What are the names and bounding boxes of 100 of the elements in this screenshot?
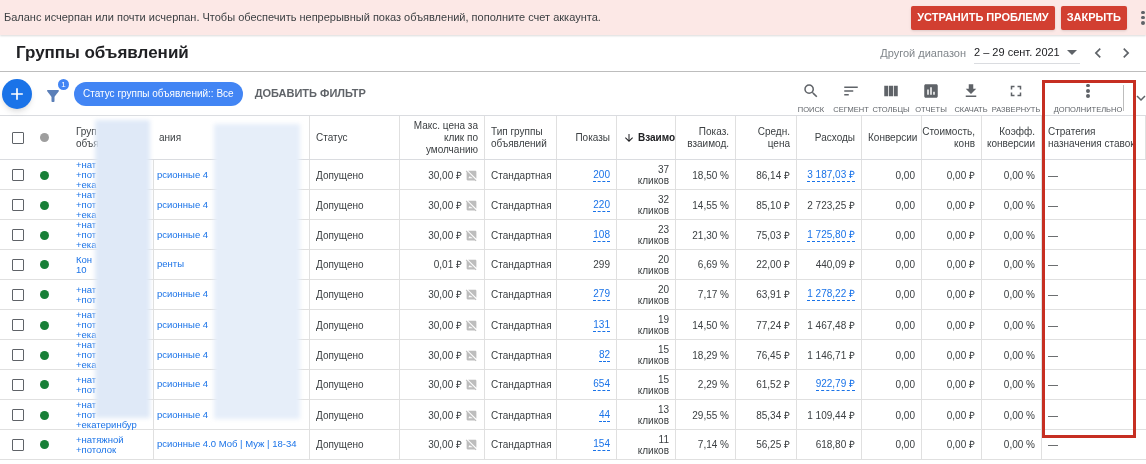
ad-group-link[interactable]: +натяжной (76, 434, 124, 445)
row-checkbox[interactable] (12, 319, 24, 331)
link[interactable]: 82 (598, 348, 610, 362)
ad-group-link[interactable]: +пот (76, 410, 97, 420)
column-header[interactable]: Стратегия назначения ставок (1048, 125, 1139, 150)
ad-group-link[interactable]: +нат (76, 374, 97, 385)
row-checkbox[interactable] (12, 409, 24, 421)
campaign-link[interactable]: рсионные 4 (157, 287, 209, 302)
campaign-link[interactable]: рсионные 4 (157, 377, 209, 392)
ad-group-link[interactable]: +нат (76, 340, 97, 350)
ad-group-link[interactable]: +ека (76, 210, 97, 220)
link[interactable]: 154 (593, 438, 610, 451)
ad-group-link[interactable]: +нат (76, 220, 97, 230)
campaign-link[interactable]: рсионные 4 (157, 407, 209, 423)
cost-per-conversion: 0,00 ₽ (946, 168, 975, 183)
interactions-unit: кликов (637, 325, 669, 336)
ad-group-link[interactable]: +пот (76, 320, 97, 330)
interactions-unit: кликов (637, 205, 669, 216)
interactions-unit: кликов (637, 294, 669, 306)
row-checkbox[interactable] (12, 349, 24, 361)
add-button[interactable] (2, 78, 32, 109)
campaign-link[interactable]: рсионные 4 (157, 197, 209, 213)
row-checkbox[interactable] (12, 169, 24, 181)
fix-problem-button[interactable]: УСТРАНИТЬ ПРОБЛЕМУ (911, 5, 1055, 30)
ad-group-link[interactable]: +пот (76, 350, 97, 360)
column-header[interactable]: Стоимость, конв (922, 125, 975, 150)
column-header[interactable]: Взаимо (623, 131, 676, 144)
column-header[interactable]: Конверсии (868, 131, 918, 144)
column-header[interactable]: Груп объя (76, 125, 99, 150)
interaction-rate: 14,50 % (692, 318, 729, 333)
no-image-icon (465, 408, 478, 422)
campaign-link[interactable]: рсионные 4 (157, 347, 209, 363)
range-label: Другой диапазон (880, 45, 966, 61)
campaign-link[interactable]: рсионные 4.0 Моб | Муж | 18-34 (157, 437, 297, 452)
ad-group-link[interactable]: 10 (76, 264, 87, 275)
link[interactable]: 131 (593, 318, 610, 332)
campaign-link[interactable]: рсионные 4 (157, 317, 209, 333)
link[interactable]: 108 (593, 228, 610, 242)
ad-group-link[interactable]: +потолок (76, 444, 117, 455)
ad-group-link[interactable]: +нат (76, 284, 97, 295)
no-image-icon (465, 438, 478, 451)
link[interactable]: 279 (593, 288, 610, 301)
cell-value: 1 109,44 ₽ (807, 408, 855, 423)
conversion-rate: 0,00 % (1003, 438, 1035, 452)
row-checkbox[interactable] (12, 258, 24, 271)
status-filter-chip[interactable]: Статус группы объявлений:: Все (74, 81, 243, 106)
ad-group-link[interactable]: +екатеринбур (76, 420, 137, 430)
interactions-count: 11 (658, 433, 669, 445)
no-image-icon (465, 378, 478, 391)
column-header[interactable]: Показы (575, 131, 610, 144)
row-checkbox[interactable] (12, 288, 24, 301)
ad-group-link[interactable]: +пот (76, 384, 97, 395)
row-checkbox[interactable] (12, 378, 24, 391)
link[interactable]: 3 187,03 ₽ (807, 168, 855, 182)
campaign-link[interactable]: рсионные 4 (157, 227, 209, 243)
bid-value: 30,00 ₽ (428, 288, 462, 302)
ad-group-link[interactable]: +ека (76, 360, 97, 370)
ad-group-link[interactable]: Кон (76, 254, 93, 265)
column-header[interactable]: Статус (316, 131, 348, 144)
average-cost: 61,52 ₽ (756, 378, 790, 392)
column-header[interactable]: ания (159, 131, 182, 144)
campaign-link[interactable]: рсионные 4 (157, 167, 209, 183)
ad-group-link[interactable]: +нат (76, 160, 97, 170)
add-filter-button[interactable]: ДОБАВИТЬ ФИЛЬТР (254, 85, 366, 102)
ad-group-link[interactable]: +пот (76, 200, 97, 210)
column-header[interactable]: Расходы (814, 131, 855, 144)
link[interactable]: 220 (593, 198, 610, 212)
ad-group-link[interactable]: +нат (76, 310, 97, 320)
interaction-rate: 14,55 % (692, 198, 729, 213)
ad-group-link[interactable]: +нат (76, 400, 97, 410)
more-icon[interactable] (1141, 10, 1145, 25)
ad-group-link[interactable]: +пот (76, 170, 97, 180)
ad-group-link[interactable]: +пот (76, 230, 97, 240)
link[interactable]: 1 725,80 ₽ (807, 228, 855, 242)
ad-group-link[interactable]: +нат (76, 190, 97, 200)
close-button[interactable]: ЗАКРЫТЬ (1060, 5, 1127, 30)
row-checkbox[interactable] (12, 229, 24, 241)
average-cost: 85,10 ₽ (756, 198, 790, 213)
ad-group-link[interactable]: +пот (76, 294, 97, 305)
link[interactable]: 44 (598, 408, 610, 422)
column-header[interactable]: Макс. цена за клик по умолчанию (406, 119, 478, 156)
column-header[interactable]: Показ. взаимод. (682, 125, 729, 150)
row-checkbox[interactable] (12, 438, 24, 451)
column-header[interactable]: Средн. цена (742, 125, 790, 150)
campaign-link[interactable]: ренты (157, 257, 184, 272)
column-header[interactable]: Тип группы объявлений (491, 125, 550, 150)
link[interactable]: 654 (593, 378, 610, 391)
date-range-dropdown[interactable]: 2 – 29 сент. 2021 (974, 42, 1080, 64)
status-text: Допущено (316, 408, 364, 423)
link[interactable]: 922,79 ₽ (815, 378, 855, 391)
select-all-checkbox[interactable] (12, 131, 24, 144)
column-header[interactable]: Коэфф. конверсии (986, 125, 1035, 150)
row-checkbox[interactable] (12, 199, 24, 211)
bid-strategy: — (1048, 378, 1058, 392)
ad-group-link[interactable]: +ека (76, 330, 97, 340)
ad-group-link[interactable]: +ека (76, 240, 97, 250)
link[interactable]: 1 278,22 ₽ (807, 288, 855, 301)
link[interactable]: 200 (593, 168, 610, 182)
status-text: Допущено (316, 198, 364, 213)
ad-group-link[interactable]: +ека (76, 180, 97, 190)
